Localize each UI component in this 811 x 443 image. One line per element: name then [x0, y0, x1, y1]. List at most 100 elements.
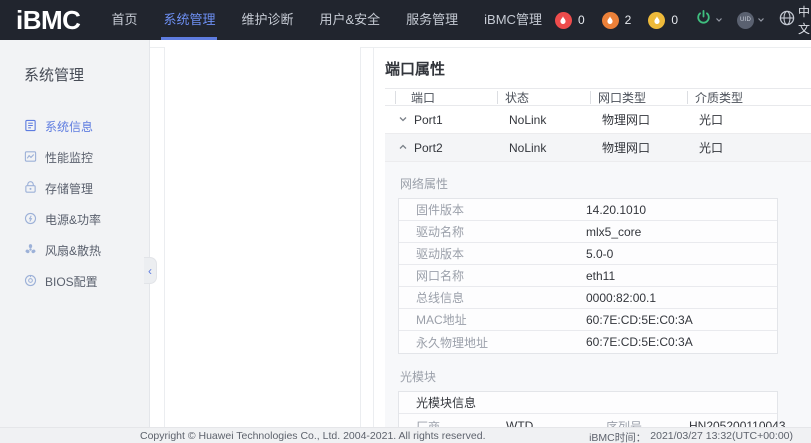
sidebar-title: 系统管理 [24, 64, 149, 85]
nav-item-system-management[interactable]: 系统管理 [150, 0, 228, 40]
performance-chart-icon [24, 150, 37, 166]
column-header-media-type: 介质类型 [680, 89, 811, 106]
property-label: 驱动版本 [399, 245, 586, 262]
nav-item-ibmc-management[interactable]: iBMC管理 [471, 0, 555, 40]
property-value: mlx5_core [586, 225, 641, 239]
power-watt-icon [24, 212, 37, 228]
table-row: MAC地址 60:7E:CD:5E:C0:3A [399, 309, 777, 331]
main-area: 端口属性 端口 状态 网口类型 介质类型 Port1 NoLin [150, 40, 811, 427]
table-row: 驱动版本 5.0-0 [399, 243, 777, 265]
port-name: Port1 [414, 113, 443, 127]
page-title: 端口属性 [385, 58, 811, 79]
table-row: 驱动名称 mlx5_core [399, 221, 777, 243]
copyright-text: Copyright © Huawei Technologies Co., Ltd… [140, 430, 486, 442]
optical-table-header: 光模块信息 [399, 392, 777, 414]
vendor-label: 厂商 [399, 418, 489, 428]
nav-item-user-security[interactable]: 用户&安全 [306, 0, 393, 40]
system-info-icon [24, 119, 37, 135]
optical-section-title: 光模块 [400, 368, 811, 385]
sidebar-item-label: BIOS配置 [45, 273, 98, 290]
language-label: 中文 [798, 3, 810, 37]
property-value: eth11 [586, 269, 615, 283]
property-value: 5.0-0 [586, 247, 613, 261]
property-value: 60:7E:CD:5E:C0:3A [586, 335, 693, 349]
ibmc-time-value: 2021/03/27 13:32(UTC+00:00) [650, 430, 793, 443]
device-list-panel [164, 47, 361, 427]
globe-icon [779, 10, 795, 31]
property-value: 60:7E:CD:5E:C0:3A [586, 313, 693, 327]
port-media-type: 光口 [680, 139, 811, 156]
column-header-port: 端口 [385, 89, 490, 106]
major-alarm-flame-icon [602, 12, 619, 29]
table-row: 永久物理地址 60:7E:CD:5E:C0:3A [399, 331, 777, 353]
page-body: 系统管理 系统信息 性能监控 存储管理 [0, 40, 811, 427]
uid-icon: UID [737, 12, 754, 29]
fan-icon [24, 243, 37, 259]
top-navbar: iBMC 首页 系统管理 维护诊断 用户&安全 服务管理 iBMC管理 0 2 … [0, 0, 811, 40]
ibmc-time: iBMC时间： 2021/03/27 13:32(UTC+00:00) [589, 430, 793, 443]
port-status: NoLink [490, 141, 583, 155]
table-row: 厂商 WTD 序列号 HN205200110043 [399, 414, 777, 427]
language-selector[interactable]: 中文 [779, 3, 811, 37]
chevron-down-icon[interactable] [398, 113, 408, 127]
port-status: NoLink [490, 113, 583, 127]
property-label: 驱动名称 [399, 223, 586, 240]
power-icon [695, 9, 712, 31]
sidebar-collapse-handle[interactable]: ‹ [144, 257, 157, 284]
port-table-header: 端口 状态 网口类型 介质类型 [385, 88, 811, 106]
sidebar-item-label: 存储管理 [45, 180, 93, 197]
sidebar-item-system-info[interactable]: 系统信息 [0, 111, 149, 142]
port2-expanded-detail: 网络属性 固件版本 14.20.1010 驱动名称 mlx5_core 驱动版本… [385, 162, 811, 427]
table-row-port2[interactable]: Port2 NoLink 物理网口 光口 [385, 134, 811, 162]
network-properties-table: 固件版本 14.20.1010 驱动名称 mlx5_core 驱动版本 5.0-… [398, 198, 778, 354]
property-label: MAC地址 [399, 311, 586, 328]
minor-alarm-badge[interactable]: 0 [648, 12, 678, 29]
serial-label: 序列号 [589, 418, 689, 428]
minor-alarm-flame-icon [648, 12, 665, 29]
port-name: Port2 [414, 141, 443, 155]
navbar-right: 0 2 0 UID [555, 3, 811, 37]
sidebar-item-fans-cooling[interactable]: 风扇&散热 [0, 235, 149, 266]
serial-value: HN205200110043 [689, 419, 786, 427]
power-control-menu[interactable] [695, 9, 723, 31]
table-row: 网口名称 eth11 [399, 265, 777, 287]
port-net-type: 物理网口 [583, 139, 680, 156]
property-label: 总线信息 [399, 289, 586, 306]
nav-item-service-management[interactable]: 服务管理 [393, 0, 471, 40]
storage-icon [24, 181, 37, 197]
port-media-type: 光口 [680, 111, 811, 128]
nav-item-maintenance-diagnosis[interactable]: 维护诊断 [228, 0, 306, 40]
table-row: 总线信息 0000:82:00.1 [399, 287, 777, 309]
port-net-type: 物理网口 [583, 111, 680, 128]
column-header-status: 状态 [490, 89, 583, 106]
sidebar-item-bios-config[interactable]: BIOS配置 [0, 266, 149, 297]
network-section-title: 网络属性 [400, 175, 811, 192]
chevron-down-icon [715, 11, 723, 29]
critical-alarm-flame-icon [555, 12, 572, 29]
ibmc-time-label: iBMC时间： [589, 430, 646, 443]
nav-item-home[interactable]: 首页 [98, 0, 150, 40]
table-row: 固件版本 14.20.1010 [399, 199, 777, 221]
property-label: 永久物理地址 [399, 334, 586, 351]
minor-alarm-count: 0 [671, 13, 678, 27]
critical-alarm-badge[interactable]: 0 [555, 12, 585, 29]
table-row-port1[interactable]: Port1 NoLink 物理网口 光口 [385, 106, 811, 134]
sidebar-item-storage-management[interactable]: 存储管理 [0, 173, 149, 204]
optical-module-table: 光模块信息 厂商 WTD 序列号 HN205200110043 [398, 391, 778, 427]
major-alarm-badge[interactable]: 2 [602, 12, 632, 29]
sidebar-item-performance-monitor[interactable]: 性能监控 [0, 142, 149, 173]
sidebar-item-label: 风扇&散热 [45, 242, 101, 259]
bios-gear-icon [24, 274, 37, 290]
footer: Copyright © Huawei Technologies Co., Ltd… [0, 427, 811, 443]
uid-indicator-menu[interactable]: UID [737, 11, 765, 29]
ibmc-logo[interactable]: iBMC [16, 5, 80, 36]
critical-alarm-count: 0 [578, 13, 585, 27]
sidebar-item-power[interactable]: 电源&功率 [0, 204, 149, 235]
port-table: 端口 状态 网口类型 介质类型 Port1 NoLink 物理网口 光口 [385, 88, 811, 162]
property-label: 固件版本 [399, 201, 586, 218]
property-value: 0000:82:00.1 [586, 291, 656, 305]
chevron-down-icon [757, 11, 765, 29]
chevron-up-icon[interactable] [398, 141, 408, 155]
port-detail-panel: 端口属性 端口 状态 网口类型 介质类型 Port1 NoLin [373, 47, 811, 427]
vendor-value: WTD [489, 419, 589, 427]
